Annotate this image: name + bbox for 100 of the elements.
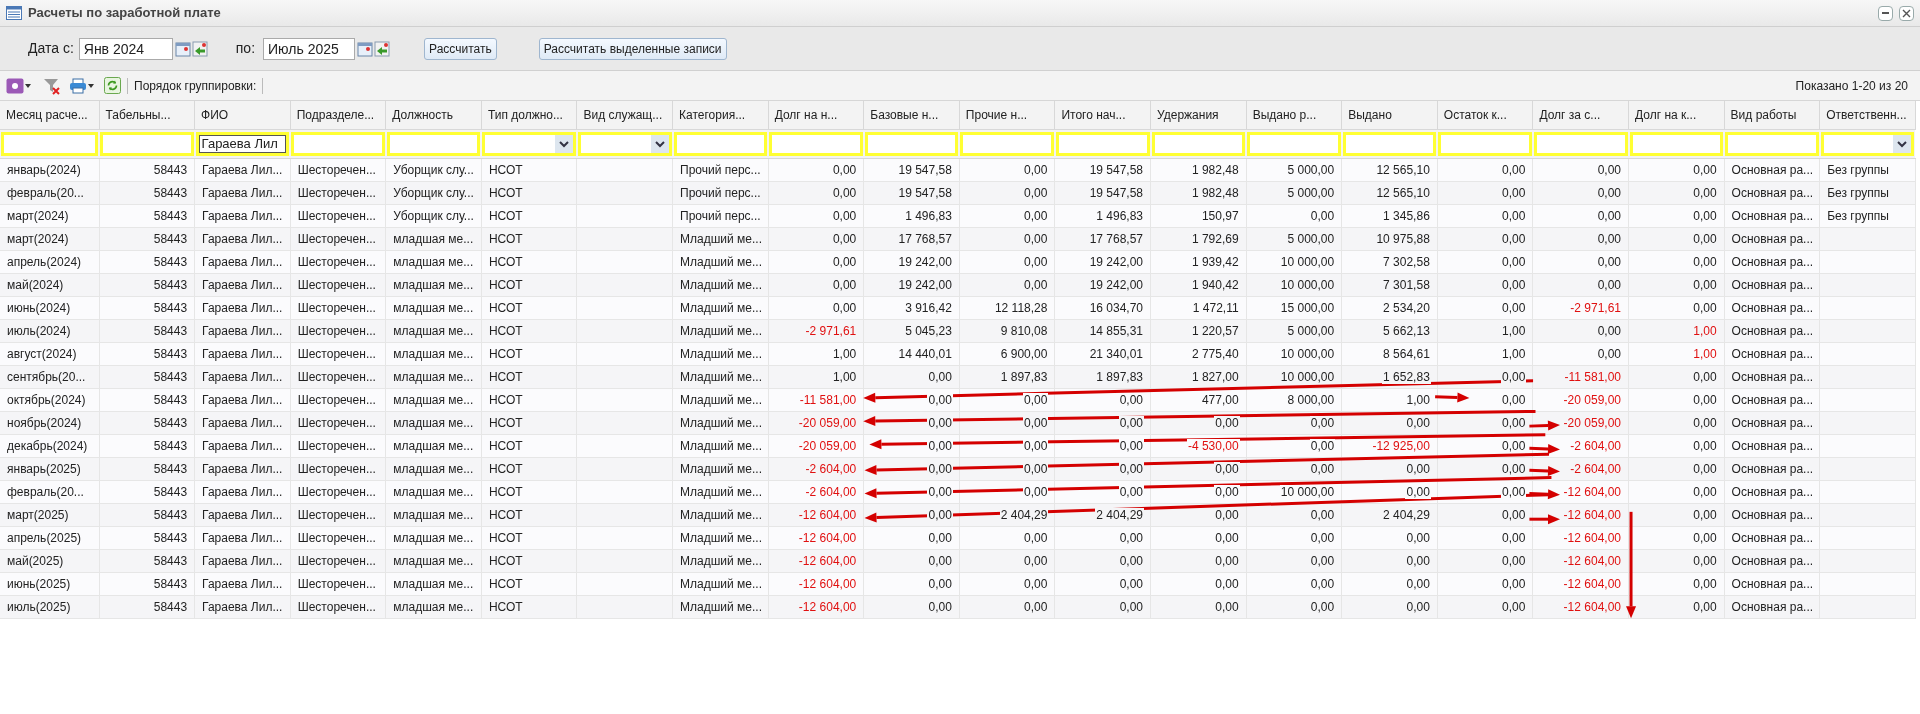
table-cell: 0,00 [1054, 388, 1151, 411]
table-cell: младшая ме... [385, 296, 482, 319]
clear-filter-icon[interactable] [43, 76, 61, 95]
table-cell: январь(2024) [0, 158, 99, 181]
table-cell: Основная ра... [1724, 480, 1820, 503]
close-button[interactable] [1899, 5, 1914, 21]
table-cell: 0,00 [1628, 388, 1725, 411]
table-cell: 58443 [99, 480, 195, 503]
table-cell: 8 564,61 [1341, 342, 1438, 365]
filter-field[interactable] [1438, 131, 1532, 156]
table-cell: НСОТ [481, 181, 577, 204]
filter-field[interactable] [1342, 131, 1437, 156]
filter-field[interactable] [1247, 131, 1341, 156]
filter-field[interactable] [673, 131, 768, 156]
table-cell: -20 059,00 [768, 411, 864, 434]
date-from-field[interactable]: Янв 2024 [78, 37, 173, 60]
column-header[interactable]: Месяц расче... [0, 101, 99, 129]
table-cell: 0,00 [1437, 480, 1533, 503]
column-header[interactable]: Долг на н... [768, 101, 864, 129]
chevron-icon[interactable] [1893, 134, 1912, 153]
table-cell: 1 792,69 [1150, 227, 1247, 250]
table-cell: 5 000,00 [1246, 227, 1342, 250]
table-cell: 0,00 [959, 158, 1055, 181]
table-cell: 12 565,10 [1341, 181, 1438, 204]
table-cell: Гараева Лил... [194, 227, 291, 250]
column-header[interactable]: Базовые н... [863, 101, 960, 129]
table-cell: 58443 [99, 296, 195, 319]
table-cell: 0,00 [863, 572, 960, 595]
refresh-icon[interactable] [104, 77, 121, 94]
table-cell: 0,00 [959, 204, 1055, 227]
table-cell: Основная ра... [1724, 434, 1820, 457]
table-cell: Младший ме... [672, 388, 769, 411]
column-header[interactable]: Итого нач... [1054, 101, 1151, 129]
filter-field[interactable] [769, 131, 863, 156]
column-header[interactable]: Удержания [1150, 101, 1247, 129]
caret-icon[interactable] [88, 83, 94, 88]
table-cell: НСОТ [481, 411, 577, 434]
column-header[interactable]: Выдано [1341, 101, 1438, 129]
table-cell: 0,00 [1246, 503, 1342, 526]
table-cell: Основная ра... [1724, 503, 1820, 526]
column-header[interactable]: Табельны... [99, 101, 195, 129]
column-header[interactable]: ФИО [194, 101, 291, 129]
table-cell: Шесторечен... [290, 411, 386, 434]
table-cell: Основная ра... [1724, 388, 1820, 411]
table-cell: 0,00 [959, 549, 1055, 572]
calculate-button[interactable]: Рассчитать [424, 37, 497, 60]
minimize-button[interactable] [1878, 5, 1893, 21]
table-cell: 0,00 [768, 273, 864, 296]
grouping-label: Порядок группировки: [134, 77, 257, 95]
filter-field[interactable] [1151, 131, 1246, 156]
chevron-icon[interactable] [650, 134, 669, 153]
filter-field[interactable] [1725, 131, 1819, 156]
table-cell: 0,00 [959, 595, 1055, 618]
filter-field[interactable] [386, 131, 481, 156]
column-header[interactable]: Долг за с... [1532, 101, 1629, 129]
column-header[interactable]: Выдано р... [1246, 101, 1342, 129]
filter-field[interactable] [960, 131, 1054, 156]
table-cell: 1,00 [768, 365, 864, 388]
filter-field[interactable] [1629, 131, 1724, 156]
table-cell: 0,00 [768, 227, 864, 250]
column-header[interactable]: Прочие н... [959, 101, 1055, 129]
table-cell: Шесторечен... [290, 549, 386, 572]
caret-icon[interactable] [25, 83, 31, 88]
calendar-icon[interactable] [174, 40, 191, 57]
table-icon [6, 6, 22, 20]
filter-field[interactable]: Гараева Лил [195, 131, 290, 156]
chevron-icon[interactable] [554, 134, 573, 153]
column-header[interactable]: Ответственн... [1819, 101, 1916, 129]
table-cell: -12 604,00 [768, 526, 864, 549]
filter-field[interactable] [1055, 131, 1150, 156]
table-cell: Гараева Лил... [194, 250, 291, 273]
table-cell: апрель(2025) [0, 526, 99, 549]
filter-field[interactable] [1533, 131, 1628, 156]
filter-field[interactable] [1, 131, 98, 156]
column-header[interactable]: Вид работы [1724, 101, 1820, 129]
table-cell: 10 000,00 [1246, 480, 1342, 503]
printer-icon[interactable] [69, 77, 87, 94]
table-cell: 1,00 [1341, 388, 1438, 411]
date-from-label: Дата с: [28, 39, 74, 58]
filter-field[interactable] [100, 131, 194, 156]
column-header[interactable]: Остаток к... [1437, 101, 1533, 129]
filter-field[interactable] [291, 131, 385, 156]
column-header[interactable]: Должность [385, 101, 482, 129]
settings-icon[interactable] [6, 77, 24, 94]
column-header[interactable]: Вид служащ... [576, 101, 673, 129]
table-cell: -12 604,00 [768, 572, 864, 595]
column-header[interactable]: Подразделе... [290, 101, 386, 129]
table-cell: Младший ме... [672, 526, 769, 549]
table-cell: -20 059,00 [1532, 388, 1629, 411]
column-header[interactable]: Долг на к... [1628, 101, 1725, 129]
date-to-field[interactable]: Июль 2025 [263, 37, 356, 60]
table-cell: младшая ме... [385, 457, 482, 480]
table-cell: 0,00 [1628, 526, 1725, 549]
filter-field[interactable] [864, 131, 959, 156]
table-cell: Основная ра... [1724, 273, 1820, 296]
column-header[interactable]: Категория... [672, 101, 769, 129]
column-header[interactable]: Тип должно... [481, 101, 577, 129]
table-cell: 0,00 [1437, 411, 1533, 434]
calculate-button[interactable]: Рассчитать выделенные записи [538, 37, 727, 60]
calendar-icon[interactable] [357, 40, 374, 57]
